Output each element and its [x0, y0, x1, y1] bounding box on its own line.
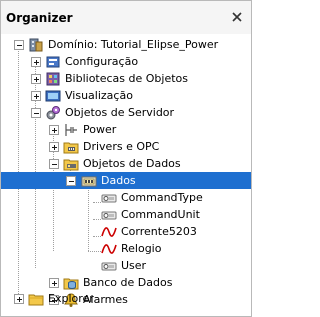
- data-objects-folder-icon: [63, 159, 79, 171]
- configuration-icon: [46, 56, 60, 68]
- sine-wave-icon: [101, 227, 117, 237]
- tree-item-label: Configuração: [65, 55, 139, 68]
- tree-item-label: User: [121, 259, 147, 272]
- libraries-icon: [46, 72, 60, 86]
- tree-item-label: Drivers e OPC: [83, 140, 160, 153]
- demo-tag-icon: [101, 211, 117, 220]
- expand-toggle[interactable]: [49, 278, 59, 288]
- tree-item-label: Dados: [99, 173, 138, 188]
- tree-item-label: Corrente5203: [121, 225, 197, 238]
- collapse-toggle[interactable]: [66, 176, 76, 186]
- tree-item-visualizacao[interactable]: Visualização: [1, 87, 251, 104]
- tree-item-objetos-dados[interactable]: Objetos de Dados: [1, 155, 251, 172]
- collapse-toggle[interactable]: [31, 108, 41, 118]
- power-icon: [65, 124, 77, 136]
- tree-item-label: Bibliotecas de Objetos: [65, 72, 189, 85]
- panel-title: Organizer: [6, 11, 73, 25]
- data-server-icon: [81, 176, 97, 187]
- tree-item-objetos-servidor[interactable]: Objetos de Servidor: [1, 104, 251, 121]
- tree-item-power[interactable]: Power: [1, 121, 251, 138]
- explorer-folder-icon: [28, 294, 44, 306]
- tree-item-label: Banco de Dados: [83, 276, 173, 289]
- demo-tag-icon: [101, 262, 117, 271]
- organizer-panel: Organizer Domínio: Tutorial_Elipse_Power: [0, 0, 252, 317]
- screens-icon: [45, 90, 61, 102]
- tree-item-label: Relogio: [121, 242, 162, 255]
- expand-toggle[interactable]: [14, 294, 24, 304]
- tree-item-drivers-opc[interactable]: Drivers e OPC: [1, 138, 251, 155]
- demo-tag-icon: [101, 194, 117, 203]
- expand-toggle[interactable]: [31, 74, 41, 84]
- tree-item-bibliotecas[interactable]: Bibliotecas de Objetos: [1, 70, 251, 87]
- tree-item-label: Power: [83, 123, 117, 136]
- server-objects-icon: [46, 106, 60, 120]
- tree-item-configuracao[interactable]: Configuração: [1, 53, 251, 70]
- tree-item-user[interactable]: User: [1, 257, 251, 274]
- sine-wave-icon: [101, 244, 117, 254]
- expand-toggle[interactable]: [31, 91, 41, 101]
- tree-item-label: Objetos de Dados: [83, 157, 181, 170]
- drivers-folder-icon: [63, 142, 79, 154]
- tree-item-domain[interactable]: Domínio: Tutorial_Elipse_Power: [1, 36, 251, 53]
- tree-item-corrente5203[interactable]: Corrente5203: [1, 223, 251, 240]
- tree-item-label: CommandType: [121, 191, 203, 204]
- expand-toggle[interactable]: [49, 125, 59, 135]
- collapse-toggle[interactable]: [14, 40, 24, 50]
- collapse-toggle[interactable]: [49, 159, 59, 169]
- tree-item-commandunit[interactable]: CommandUnit: [1, 206, 251, 223]
- expand-toggle[interactable]: [49, 142, 59, 152]
- tree-item-label: Visualização: [65, 89, 133, 102]
- organizer-titlebar: Organizer: [1, 1, 251, 34]
- tree-item-relogio[interactable]: Relogio: [1, 240, 251, 257]
- expand-toggle[interactable]: [31, 57, 41, 67]
- tree-item-banco-dados[interactable]: Banco de Dados: [1, 274, 251, 291]
- tree-item-explorer[interactable]: Explorer: [1, 290, 251, 307]
- tree-item-label: Domínio: Tutorial_Elipse_Power: [48, 38, 219, 51]
- tree-item-label: Explorer: [48, 292, 94, 305]
- database-folder-icon: [63, 278, 79, 290]
- tree-item-label: Objetos de Servidor: [65, 106, 175, 119]
- tree-item-commandtype[interactable]: CommandType: [1, 189, 251, 206]
- organizer-tree[interactable]: Domínio: Tutorial_Elipse_Power Configura…: [1, 34, 251, 316]
- domain-icon: [29, 38, 43, 52]
- close-icon[interactable]: [231, 11, 243, 23]
- tree-item-dados[interactable]: Dados: [1, 172, 251, 189]
- tree-item-label: CommandUnit: [121, 208, 200, 221]
